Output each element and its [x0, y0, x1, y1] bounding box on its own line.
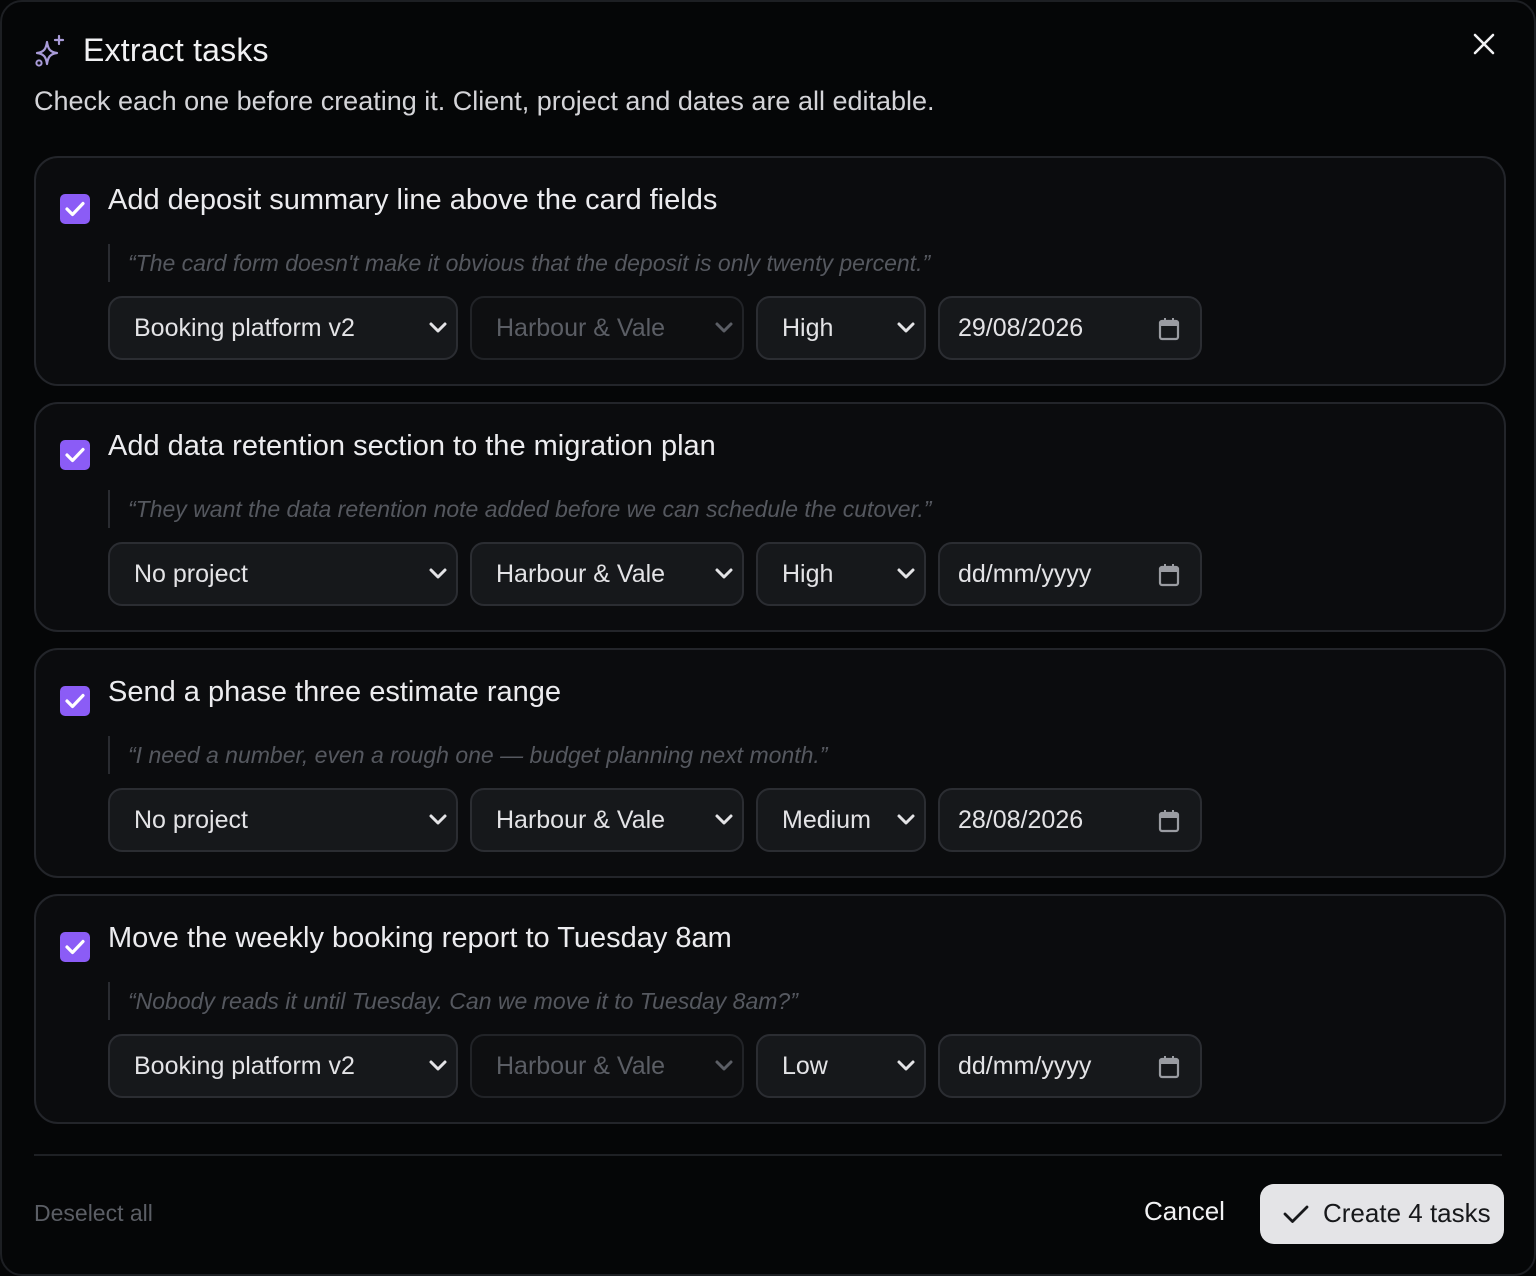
- project-select[interactable]: Booking platform v2: [108, 296, 458, 360]
- client-select[interactable]: Harbour & Vale: [470, 788, 744, 852]
- chevron-down-icon: [429, 322, 447, 333]
- priority-select[interactable]: High: [756, 296, 926, 360]
- project-select-value: Booking platform v2: [134, 313, 355, 342]
- client-select-value: Harbour & Vale: [496, 805, 666, 834]
- task-title: Add deposit summary line above the card …: [108, 184, 718, 216]
- task-card: Add data retention section to the migrat…: [34, 402, 1506, 632]
- create-tasks-label: Create 4 tasks: [1323, 1198, 1491, 1228]
- dialog-header: Extract tasks: [34, 30, 1502, 74]
- task-title: Send a phase three estimate range: [108, 676, 562, 708]
- task-quote: “They want the data retention note added…: [108, 490, 931, 528]
- client-select[interactable]: Harbour & Vale: [470, 1034, 744, 1098]
- due-date-value: dd/mm/yyyy: [958, 559, 1092, 588]
- chevron-down-icon: [429, 1060, 447, 1071]
- checkmark-icon: [65, 201, 85, 217]
- project-select[interactable]: Booking platform v2: [108, 1034, 458, 1098]
- sparkle-icon: [35, 34, 65, 67]
- priority-select-value: High: [782, 559, 834, 588]
- due-date-input[interactable]: dd/mm/yyyy: [938, 1034, 1202, 1098]
- due-date-input[interactable]: dd/mm/yyyy: [938, 542, 1202, 606]
- dialog-title: Extract tasks: [83, 32, 269, 68]
- due-date-value: dd/mm/yyyy: [958, 1051, 1092, 1080]
- calendar-icon[interactable]: [1158, 809, 1180, 833]
- client-select-value: Harbour & Vale: [496, 313, 666, 342]
- task-quote: “Nobody reads it until Tuesday. Can we m…: [108, 982, 798, 1020]
- calendar-icon[interactable]: [1158, 317, 1180, 341]
- task-card: Send a phase three estimate range “I nee…: [34, 648, 1506, 878]
- task-checkbox[interactable]: [60, 194, 90, 224]
- client-select-value: Harbour & Vale: [496, 559, 666, 588]
- footer-divider: [34, 1154, 1502, 1156]
- priority-select[interactable]: High: [756, 542, 926, 606]
- chevron-down-icon: [715, 322, 733, 333]
- check-icon: [1283, 1205, 1309, 1223]
- chevron-down-icon: [715, 1060, 733, 1071]
- task-card: Add deposit summary line above the card …: [34, 156, 1506, 386]
- project-select-value: No project: [134, 559, 248, 588]
- task-quote: “I need a number, even a rough one — bud…: [108, 736, 827, 774]
- extract-tasks-dialog: Extract tasks Check each one before crea…: [0, 0, 1536, 1276]
- client-select[interactable]: Harbour & Vale: [470, 296, 744, 360]
- chevron-down-icon: [897, 322, 915, 333]
- task-checkbox[interactable]: [60, 440, 90, 470]
- project-select-value: Booking platform v2: [134, 1051, 355, 1080]
- task-title: Move the weekly booking report to Tuesda…: [108, 922, 732, 954]
- project-select[interactable]: No project: [108, 542, 458, 606]
- calendar-icon[interactable]: [1158, 1055, 1180, 1079]
- dialog-subtitle: Check each one before creating it. Clien…: [34, 86, 935, 116]
- chevron-down-icon: [897, 1060, 915, 1071]
- due-date-input[interactable]: 29/08/2026: [938, 296, 1202, 360]
- deselect-all-link[interactable]: Deselect all: [34, 1200, 153, 1227]
- chevron-down-icon: [715, 568, 733, 579]
- cancel-button[interactable]: Cancel: [1144, 1196, 1225, 1227]
- due-date-value: 29/08/2026: [958, 313, 1084, 342]
- task-quote: “The card form doesn't make it obvious t…: [108, 244, 930, 282]
- project-select-value: No project: [134, 805, 248, 834]
- checkmark-icon: [65, 693, 85, 709]
- close-icon: [1473, 33, 1495, 55]
- priority-select[interactable]: Low: [756, 1034, 926, 1098]
- chevron-down-icon: [897, 568, 915, 579]
- task-checkbox[interactable]: [60, 686, 90, 716]
- priority-select[interactable]: Medium: [756, 788, 926, 852]
- chevron-down-icon: [897, 814, 915, 825]
- client-select[interactable]: Harbour & Vale: [470, 542, 744, 606]
- priority-select-value: Low: [782, 1051, 828, 1080]
- chevron-down-icon: [429, 568, 447, 579]
- client-select-value: Harbour & Vale: [496, 1051, 666, 1080]
- task-title: Add data retention section to the migrat…: [108, 430, 716, 462]
- due-date-value: 28/08/2026: [958, 805, 1084, 834]
- chevron-down-icon: [715, 814, 733, 825]
- priority-select-value: High: [782, 313, 834, 342]
- calendar-icon[interactable]: [1158, 563, 1180, 587]
- due-date-input[interactable]: 28/08/2026: [938, 788, 1202, 852]
- checkmark-icon: [65, 447, 85, 463]
- project-select[interactable]: No project: [108, 788, 458, 852]
- priority-select-value: Medium: [782, 805, 871, 834]
- chevron-down-icon: [429, 814, 447, 825]
- task-checkbox[interactable]: [60, 932, 90, 962]
- task-card: Move the weekly booking report to Tuesda…: [34, 894, 1506, 1124]
- create-tasks-button[interactable]: Create 4 tasks: [1260, 1184, 1504, 1244]
- close-button[interactable]: [1464, 24, 1504, 64]
- checkmark-icon: [65, 939, 85, 955]
